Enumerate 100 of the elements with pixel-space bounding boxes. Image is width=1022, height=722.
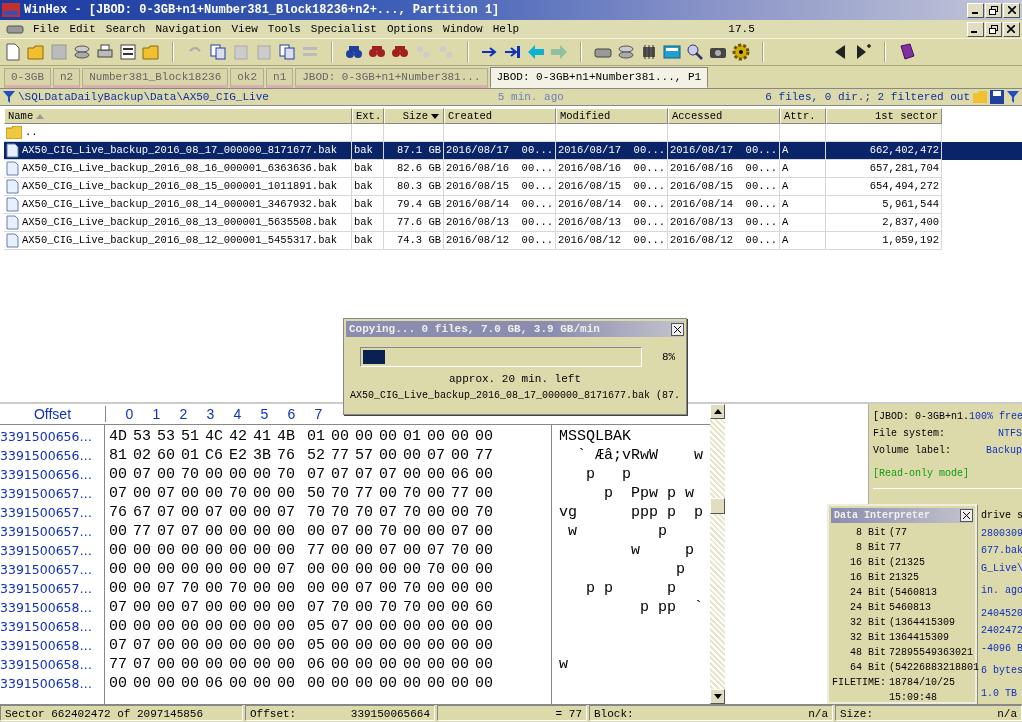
type-value: 5460813 xyxy=(889,601,931,615)
disks-icon[interactable] xyxy=(617,43,635,61)
block-label: Block: xyxy=(594,707,634,720)
disks-icon[interactable] xyxy=(73,43,91,61)
tab[interactable]: JBOD: 0-3GB+n1+Number381..., P1 xyxy=(489,67,709,88)
menu-item[interactable]: Options xyxy=(381,23,439,35)
hex-bytes: 76 67 07 00 07 00 00 07 xyxy=(109,503,296,522)
search-icon[interactable] xyxy=(686,43,704,61)
table-cell: 2016/08/17 00... xyxy=(670,144,778,156)
tab[interactable]: 0-3GB xyxy=(4,68,51,88)
filter-icon[interactable] xyxy=(3,91,15,103)
file-row[interactable]: AX50_CIG_Live_backup_2016_08_16_000001_6363636.bak bak 82.6 GB 2016/08/16 00... 2016/08/16 00... 2016/08/16 00... A 657,281,704 xyxy=(4,160,1022,178)
caret-down-icon xyxy=(713,694,722,699)
hex-bytes: 07 07 07 07 00 00 06 00 xyxy=(307,465,494,484)
type-value: 77 xyxy=(889,541,901,555)
minimize-button[interactable] xyxy=(967,21,984,37)
mode-text: [Read-only mode] xyxy=(873,467,970,481)
menu-item[interactable]: Edit xyxy=(64,23,101,35)
file-icon xyxy=(6,197,19,212)
hex-bytes: 05 07 00 00 00 00 00 00 xyxy=(307,617,494,636)
tab[interactable]: n1 xyxy=(266,68,294,88)
table-cell: 2016/08/12 00... xyxy=(446,234,554,246)
scroll-up-button[interactable] xyxy=(710,404,725,419)
drive-icon xyxy=(6,23,24,35)
scrollbar[interactable] xyxy=(710,404,725,704)
column-header[interactable]: Name xyxy=(4,108,352,124)
scroll-down-button[interactable] xyxy=(710,689,725,704)
chip-icon[interactable] xyxy=(640,43,658,61)
caret-up-icon xyxy=(713,409,722,414)
table-cell: 2016/08/13 00... xyxy=(446,216,554,228)
text-cell: w xyxy=(559,656,568,673)
window-title: WinHex - [JBOD: 0-3GB+n1+Number381_Block18236+n2+..., Partition 1] xyxy=(24,3,500,17)
hex-bytes: 70 70 70 07 70 00 00 70 xyxy=(307,503,494,522)
tab[interactable]: JBOD: 0-3GB+n1+Number381... xyxy=(295,68,488,88)
info-text: 6 bytes xyxy=(981,664,1022,678)
file-name: .. xyxy=(25,125,38,140)
scroll-thumb[interactable] xyxy=(710,498,725,514)
tab[interactable]: ok2 xyxy=(230,68,265,88)
minimize-button[interactable] xyxy=(967,2,984,18)
info-text: in. ago xyxy=(981,584,1022,598)
binoculars-icon[interactable] xyxy=(345,43,363,61)
book-icon[interactable] xyxy=(898,43,916,61)
calculator-icon[interactable] xyxy=(663,43,681,61)
type-label: 16 Bit xyxy=(850,572,886,583)
menu-item[interactable]: View xyxy=(226,23,263,35)
table-cell: 82.6 GB xyxy=(396,162,441,174)
file-row[interactable]: AX50_CIG_Live_backup_2016_08_12_000001_5455317.bak bak 74.3 GB 2016/08/12 00... 2016/08/12 00... 2016/08/12 00... A 1,059,192 xyxy=(4,232,1022,250)
copy-icon[interactable] xyxy=(278,43,296,61)
menu-item[interactable]: Tools xyxy=(262,23,306,35)
text-cell: MSSQLBAK xyxy=(559,428,631,445)
goto-icon[interactable] xyxy=(504,43,522,61)
tab[interactable]: Number381_Block18236 xyxy=(82,68,229,88)
file-row[interactable]: AX50_CIG_Live_backup_2016_08_13_000001_5635508.bak bak 77.6 GB 2016/08/13 00... 2016/08/13 00... 2016/08/13 00... A 2,837,400 xyxy=(4,214,1022,232)
table-cell: 657,281,704 xyxy=(869,162,939,174)
column-header[interactable]: 1st sector xyxy=(826,108,942,124)
tab[interactable]: n2 xyxy=(53,68,81,88)
file-row[interactable]: AX50_CIG_Live_backup_2016_08_17_000000_8171677.bak bak 87.1 GB 2016/08/17 00... 2016/08/17 00... 2016/08/17 00... A 662,402,472 xyxy=(4,142,1022,160)
text-cell-text: p Ppw p w xyxy=(603,485,695,502)
menu-item[interactable]: Search xyxy=(100,23,151,35)
type-value: (21325 xyxy=(889,556,925,570)
free-space: 100% free xyxy=(969,410,1022,424)
column-header[interactable]: Modified xyxy=(556,108,668,124)
menu-item[interactable]: Help xyxy=(487,23,525,35)
field-value: Backup xyxy=(986,444,1022,458)
type-label: 32 Bit xyxy=(850,632,886,643)
hex-bytes: 00 00 00 00 00 00 00 00 xyxy=(109,541,296,560)
column-header[interactable]: Size xyxy=(384,108,444,124)
menu-item[interactable]: File xyxy=(28,23,65,35)
table-cell: 2016/08/15 00... xyxy=(670,180,778,192)
column-header[interactable]: Ext. xyxy=(352,108,384,124)
properties-icon[interactable] xyxy=(119,43,137,61)
table-cell: bak xyxy=(354,234,373,246)
file-row[interactable]: AX50_CIG_Live_backup_2016_08_14_000001_3467932.bak bak 79.4 GB 2016/08/14 00... 2016/08/14 00... 2016/08/14 00... A 5,961,544 xyxy=(4,196,1022,214)
text-cell-text: ` Æâ;vRwW w xyxy=(576,447,704,464)
filter-icon[interactable] xyxy=(1007,91,1019,103)
copy-icon[interactable] xyxy=(209,43,227,61)
age-text: 5 min. ago xyxy=(497,91,564,103)
column-header[interactable]: Attr. xyxy=(780,108,826,124)
file-row[interactable]: AX50_CIG_Live_backup_2016_08_15_000001_1011891.bak bak 80.3 GB 2016/08/15 00... 2016/08/15 00... 2016/08/15 00... A 654,494,272 xyxy=(4,178,1022,196)
close-button[interactable] xyxy=(671,322,684,336)
menu-item[interactable]: Navigation xyxy=(150,23,227,35)
offset-cell-text: 3391500658… xyxy=(0,637,94,655)
triangle-right-icon[interactable] xyxy=(854,43,872,61)
restore-button[interactable] xyxy=(985,21,1002,37)
offset-cell-text: 3391500656… xyxy=(0,447,94,465)
hex-bytes: 00 00 00 00 00 70 00 00 xyxy=(307,560,494,579)
hex-bytes: 00 00 00 00 00 00 00 07 xyxy=(109,560,296,579)
close-button[interactable] xyxy=(960,509,973,522)
column-header[interactable]: Created xyxy=(444,108,556,124)
info-text: drive s xyxy=(981,509,1022,523)
menu-item[interactable]: Specialist xyxy=(305,23,382,35)
field-label: File system: xyxy=(873,427,945,441)
printer-icon[interactable] xyxy=(96,43,114,61)
text-cell-text: p p p xyxy=(585,580,677,597)
gear-icon[interactable] xyxy=(732,43,750,61)
table-cell: 2016/08/14 00... xyxy=(446,198,554,210)
restore-button[interactable] xyxy=(985,2,1002,18)
page-icon[interactable] xyxy=(4,43,22,61)
menu-item[interactable]: Window xyxy=(438,23,488,35)
column-header[interactable]: Accessed xyxy=(668,108,780,124)
